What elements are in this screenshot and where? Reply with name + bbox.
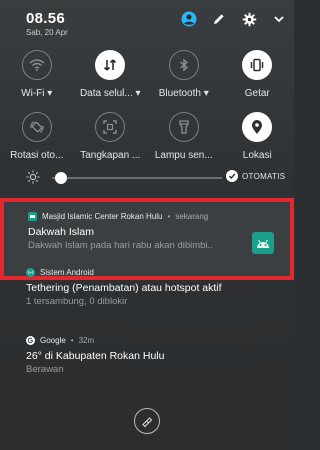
mobile-data-icon[interactable] — [95, 50, 126, 80]
location-icon[interactable] — [242, 112, 273, 142]
hotspot-icon — [26, 268, 35, 277]
brightness-slider-track[interactable] — [52, 177, 222, 179]
tile-label: Bluetooth ▾ — [158, 88, 209, 99]
tile-label: Tangkapan ... — [80, 150, 141, 161]
bluetooth-icon[interactable] — [168, 50, 199, 80]
tile-label: Rotasi oto... — [10, 150, 64, 161]
flashlight-icon[interactable] — [168, 112, 199, 142]
vibrate-icon[interactable] — [242, 50, 273, 80]
notification-body: 1 tersambung, 0 diblokir — [26, 296, 128, 307]
tile-label: Lampu sen... — [154, 150, 213, 161]
notification-app-name: Masjid Islamic Center Rokan Hulu — [42, 212, 163, 221]
settings-gear-icon[interactable] — [240, 10, 258, 28]
tile-label: Lokasi — [242, 150, 272, 161]
notification-shade: 08.56 Sab, 20 Apr Wi-Fi ▾ Data selul... … — [0, 0, 294, 450]
app-icon — [28, 212, 37, 221]
notification-header: Masjid Islamic Center Rokan Hulu • sekar… — [28, 212, 276, 221]
tile-label: Data selul... ▾ — [79, 88, 141, 99]
tile-mobile-data[interactable]: Data selul... ▾ — [74, 50, 148, 99]
date: Sab, 20 Apr — [26, 28, 68, 37]
screenshot-icon[interactable] — [95, 112, 126, 142]
edit-icon[interactable] — [210, 10, 228, 28]
status-bar: 08.56 Sab, 20 Apr — [0, 0, 294, 44]
notification-header: Sistem Android — [26, 268, 280, 277]
notification-time: 32m — [78, 336, 95, 345]
google-icon — [26, 336, 35, 345]
notification-app-name: Google — [40, 336, 66, 345]
notification-app-name: Sistem Android — [40, 268, 94, 277]
notification-time: sekarang — [175, 212, 209, 221]
notification-weather[interactable]: Google • 32m 26° di Kabupaten Rokan Hulu… — [0, 330, 294, 375]
auto-brightness-label: OTOMATIS — [242, 171, 286, 181]
tile-screenshot[interactable]: Tangkapan ... — [74, 112, 148, 161]
check-icon — [226, 170, 238, 182]
notification-title: Dakwah Islam — [28, 226, 94, 238]
tile-bluetooth[interactable]: Bluetooth ▾ — [147, 50, 221, 99]
tile-vibrate[interactable]: Getar — [221, 50, 295, 99]
notification-tethering[interactable]: Sistem Android Tethering (Penambatan) at… — [0, 262, 294, 307]
android-app-icon — [252, 232, 274, 254]
tile-label: Getar — [244, 88, 270, 99]
brightness-control: OTOMATIS — [0, 166, 294, 190]
account-icon[interactable] — [180, 10, 198, 28]
clear-all-button[interactable] — [134, 408, 160, 434]
auto-brightness-toggle[interactable]: OTOMATIS — [226, 170, 285, 182]
clear-all-icon — [142, 417, 153, 428]
wifi-icon[interactable] — [21, 50, 52, 80]
notification-title: 26° di Kabupaten Rokan Hulu — [26, 350, 165, 362]
tile-label: Wi-Fi ▾ — [21, 88, 53, 99]
brightness-slider-thumb[interactable] — [54, 172, 67, 184]
header-actions — [180, 10, 288, 28]
quick-settings-row-2: Rotasi oto... Tangkapan ... Lampu sen... — [0, 112, 294, 161]
tile-location[interactable]: Lokasi — [221, 112, 295, 161]
notification-body: Dakwah Islam pada hari rabu akan dibimbi… — [28, 240, 213, 251]
chevron-down-icon[interactable] — [270, 10, 288, 28]
notification-header: Google • 32m — [26, 336, 280, 345]
quick-settings-row-1: Wi-Fi ▾ Data selul... ▾ Bluetooth ▾ Geta… — [0, 50, 294, 99]
tile-auto-rotate[interactable]: Rotasi oto... — [0, 112, 74, 161]
auto-rotate-icon[interactable] — [21, 112, 52, 142]
separator: • — [167, 212, 171, 221]
tile-wifi[interactable]: Wi-Fi ▾ — [0, 50, 74, 99]
separator: • — [70, 336, 74, 345]
notification-title: Tethering (Penambatan) atau hotspot akti… — [26, 282, 222, 294]
tile-flashlight[interactable]: Lampu sen... — [147, 112, 221, 161]
notification-body: Berawan — [26, 364, 64, 375]
clock: 08.56 — [26, 10, 66, 27]
brightness-icon — [26, 170, 40, 189]
